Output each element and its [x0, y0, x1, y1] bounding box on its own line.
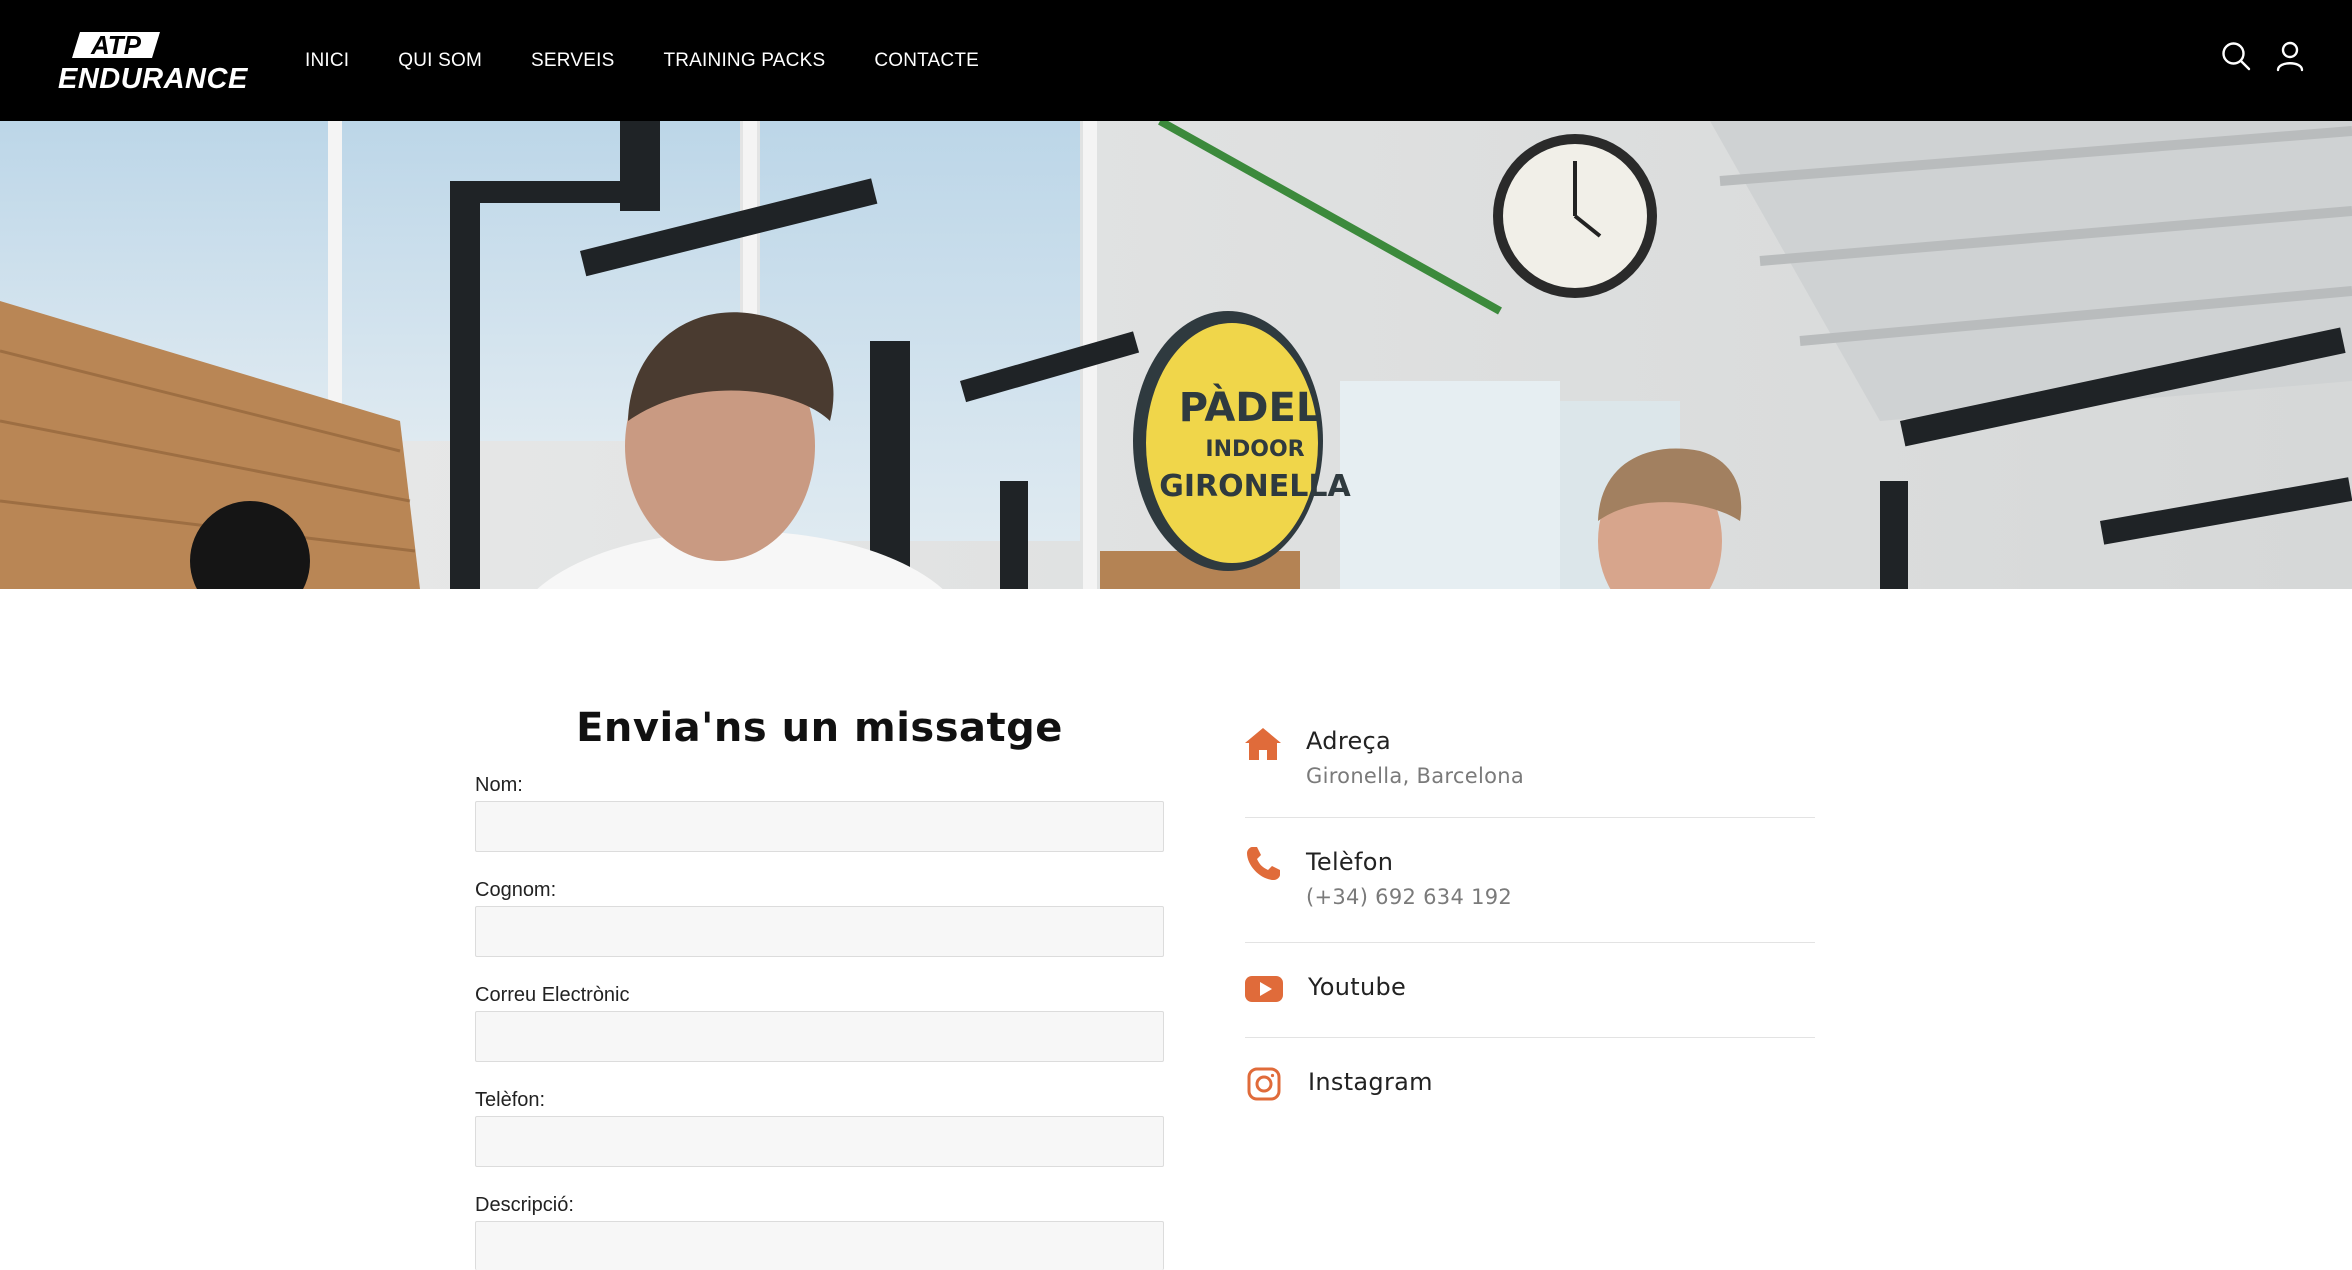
description-label: Descripció:: [475, 1194, 574, 1216]
form-title: Envia'ns un missatge: [576, 705, 1063, 751]
search-icon[interactable]: [2220, 40, 2252, 72]
phone-label: Telèfon:: [475, 1089, 546, 1111]
nav-item-contacte[interactable]: CONTACTE: [874, 51, 979, 70]
instagram-link[interactable]: Instagram: [1308, 1068, 1433, 1096]
nav-item-qui-som[interactable]: QUI SOM: [398, 51, 482, 70]
nom-label: Nom:: [475, 774, 523, 796]
nom-input[interactable]: [475, 801, 1164, 852]
phone-input[interactable]: [475, 1116, 1164, 1167]
phone-icon: [1243, 844, 1283, 884]
nav-item-training-packs[interactable]: TRAINING PACKS: [663, 51, 825, 70]
site-header: ATP ENDURANCE INICI QUI SOM SERVEIS TRAI…: [0, 0, 2352, 121]
svg-text:PÀDEL: PÀDEL: [1179, 383, 1322, 431]
svg-text:ENDURANCE: ENDURANCE: [58, 63, 249, 92]
divider: [1245, 1037, 1815, 1038]
svg-text:ATP: ATP: [90, 30, 142, 60]
divider: [1245, 942, 1815, 943]
youtube-link[interactable]: Youtube: [1308, 973, 1406, 1001]
user-icon[interactable]: [2274, 40, 2306, 72]
divider: [1245, 817, 1815, 818]
youtube-icon[interactable]: [1244, 969, 1284, 1009]
description-textarea[interactable]: [475, 1221, 1164, 1270]
email-label: Correu Electrònic: [475, 984, 630, 1006]
svg-text:INDOOR: INDOOR: [1205, 437, 1304, 462]
atp-endurance-logo[interactable]: ATP ENDURANCE: [56, 30, 256, 95]
hero-image: PÀDEL INDOOR GIRONELLA: [0, 121, 2352, 589]
home-icon: [1243, 724, 1283, 764]
cognom-label: Cognom:: [475, 879, 557, 901]
instagram-icon[interactable]: [1244, 1064, 1284, 1104]
phone-value[interactable]: (+34) 692 634 192: [1306, 885, 1512, 909]
main-nav: INICI QUI SOM SERVEIS TRAINING PACKS CON…: [305, 0, 1028, 121]
email-input[interactable]: [475, 1011, 1164, 1062]
address-title: Adreça: [1306, 727, 1392, 755]
cognom-input[interactable]: [475, 906, 1164, 957]
phone-title: Telèfon: [1306, 848, 1394, 876]
nav-item-inici[interactable]: INICI: [305, 51, 349, 70]
address-value: Gironella, Barcelona: [1306, 764, 1525, 788]
nav-item-serveis[interactable]: SERVEIS: [531, 51, 614, 70]
svg-text:GIRONELLA: GIRONELLA: [1159, 469, 1351, 504]
